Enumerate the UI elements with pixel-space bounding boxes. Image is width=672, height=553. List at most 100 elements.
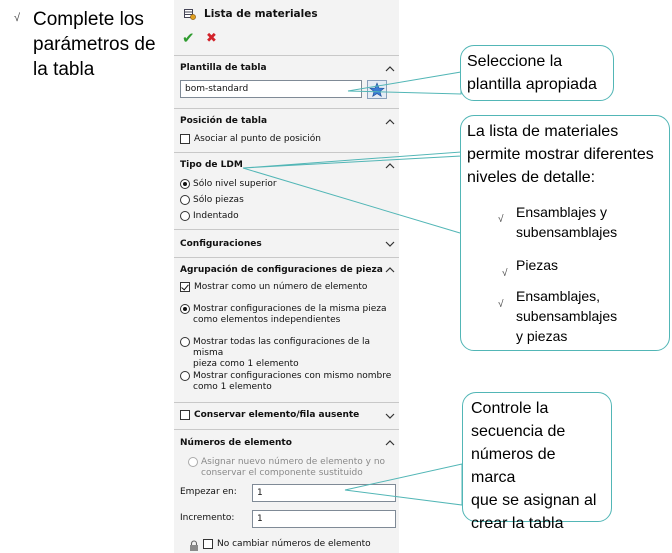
callout-line: permite mostrar diferentes: [467, 146, 654, 163]
callout-line: crear la tabla: [471, 515, 564, 532]
keep-missing-item-checkbox[interactable]: Conservar elemento/fila ausente: [180, 410, 359, 421]
intro-line: Complete los: [33, 9, 144, 30]
divider: [174, 229, 399, 230]
lock-icon: [190, 540, 198, 551]
callout-line: Controle la: [471, 400, 549, 417]
ok-button[interactable]: ✔: [182, 29, 195, 47]
increment-label: Incremento:: [180, 513, 235, 523]
radio-label-line: Asignar nuevo número de elemento y no: [201, 457, 386, 467]
radio-same-name-one-item[interactable]: Mostrar configuraciones con mismo nombre…: [180, 371, 391, 393]
radio-assign-new-number[interactable]: Asignar nuevo número de elemento y no co…: [188, 457, 385, 479]
checkbox[interactable]: [203, 539, 213, 549]
radio-label: Mostrar todas las configuraciones de la …: [193, 337, 399, 370]
section-title-configurations: Configuraciones: [180, 239, 262, 249]
level-item-line: subensamblajes: [516, 224, 618, 240]
intro-text: Complete los parámetros de la tabla: [33, 7, 173, 82]
callout-template: Seleccione la plantilla apropiada: [460, 45, 614, 101]
radio-label: Mostrar configuraciones con mismo nombre…: [193, 371, 391, 393]
pm-title-label: Lista de materiales: [204, 8, 318, 20]
callout-bom-levels: La lista de materiales permite mostrar d…: [460, 115, 670, 351]
checkbox-label: Conservar elemento/fila ausente: [194, 410, 360, 420]
radio-label-line: pieza como 1 elemento: [193, 359, 299, 369]
callout-line: Seleccione la: [467, 53, 563, 70]
chevron-down-icon[interactable]: [385, 412, 395, 420]
radio-button[interactable]: [180, 195, 190, 205]
intro-line: parámetros de: [33, 34, 156, 55]
checkbox[interactable]: [180, 282, 190, 292]
checkbox[interactable]: [180, 410, 190, 420]
callout-line: niveles de detalle:: [467, 169, 596, 186]
do-not-change-numbers-checkbox[interactable]: No cambiar números de elemento: [188, 539, 371, 552]
divider: [174, 402, 399, 403]
radio-label-line: conservar el componente sustituido: [201, 468, 363, 478]
radio-parts-only[interactable]: Sólo piezas: [180, 195, 244, 206]
bullet-mark: √: [502, 268, 508, 279]
star-icon: [369, 82, 385, 97]
radio-button[interactable]: [180, 371, 190, 381]
callout-item-numbers: Controle la secuencia de números de marc…: [462, 392, 612, 532]
radio-separate-items[interactable]: Mostrar configuraciones de la misma piez…: [180, 304, 387, 326]
bullet-mark: √: [14, 12, 21, 24]
bom-table-icon: [184, 9, 196, 20]
section-title-position: Posición de tabla: [180, 116, 268, 126]
callout-line: La lista de materiales: [467, 123, 619, 140]
chevron-up-icon[interactable]: [385, 266, 395, 274]
radio-label: Indentado: [193, 211, 239, 221]
level-item-line: y piezas: [516, 328, 568, 344]
callout-line: secuencia de: [471, 423, 566, 440]
bullet-mark: √: [498, 299, 504, 310]
radio-button[interactable]: [180, 211, 190, 221]
divider: [174, 257, 399, 258]
chevron-up-icon[interactable]: [385, 65, 395, 73]
radio-label-line: Mostrar configuraciones de la misma piez…: [193, 304, 387, 314]
radio-all-configs-one-item[interactable]: Mostrar todas las configuraciones de la …: [180, 337, 399, 370]
checkbox[interactable]: [180, 134, 190, 144]
section-title-grouping: Agrupación de configuraciones de pieza: [180, 265, 383, 275]
display-as-one-item-checkbox[interactable]: Mostrar como un número de elemento: [180, 282, 367, 293]
divider: [174, 55, 399, 56]
chevron-down-icon[interactable]: [385, 240, 395, 248]
increment-input[interactable]: 1: [252, 510, 396, 528]
level-item: Ensamblajes y subensamblajes: [516, 202, 617, 242]
radio-label-line: Mostrar todas las configuraciones de la …: [193, 337, 370, 358]
level-item: Piezas: [516, 255, 558, 275]
level-item-line: subensamblajes: [516, 308, 618, 324]
divider: [174, 152, 399, 153]
divider: [174, 429, 399, 430]
radio-label: Sólo piezas: [193, 195, 244, 205]
chevron-up-icon[interactable]: [385, 439, 395, 447]
callout-line: que se asignan al: [471, 492, 597, 509]
chevron-up-icon[interactable]: [385, 118, 395, 126]
template-field[interactable]: bom-standard: [180, 80, 362, 98]
radio-label-line: como 1 elemento: [193, 382, 272, 392]
attach-anchor-checkbox[interactable]: Asociar al punto de posición: [180, 134, 321, 145]
level-item-line: Ensamblajes y: [516, 204, 608, 220]
radio-label-line: como elementos independientes: [193, 315, 341, 325]
intro-line: la tabla: [33, 59, 95, 80]
checkbox-label: Asociar al punto de posición: [194, 134, 321, 144]
cancel-button[interactable]: ✖: [206, 31, 217, 46]
divider: [174, 108, 399, 109]
checkbox-label: No cambiar números de elemento: [217, 539, 371, 549]
favorite-template-button[interactable]: [367, 80, 387, 99]
radio-button[interactable]: [180, 337, 190, 347]
radio-button[interactable]: [180, 179, 190, 189]
radio-indented[interactable]: Indentado: [180, 211, 239, 222]
bullet-mark: √: [498, 214, 504, 225]
callout-line: números de marca: [471, 446, 556, 486]
checkbox-label: Mostrar como un número de elemento: [194, 282, 368, 292]
radio-button[interactable]: [180, 304, 190, 314]
callout-line: plantilla apropiada: [467, 76, 597, 93]
chevron-up-icon[interactable]: [385, 162, 395, 170]
level-item-line: Piezas: [516, 257, 559, 273]
start-at-input[interactable]: 1: [252, 484, 396, 502]
radio-label: Sólo nivel superior: [193, 179, 277, 189]
bom-property-manager: Lista de materiales ✔ ✖ Plantilla de tab…: [174, 0, 399, 553]
level-item-line: Ensamblajes,: [516, 288, 601, 304]
radio-label: Asignar nuevo número de elemento y no co…: [201, 457, 385, 479]
radio-top-level-only[interactable]: Sólo nivel superior: [180, 179, 277, 190]
level-item: Ensamblajes, subensamblajes y piezas: [516, 286, 617, 346]
section-title-template: Plantilla de tabla: [180, 63, 267, 73]
radio-button[interactable]: [188, 457, 198, 467]
section-title-item-numbers: Números de elemento: [180, 438, 292, 448]
